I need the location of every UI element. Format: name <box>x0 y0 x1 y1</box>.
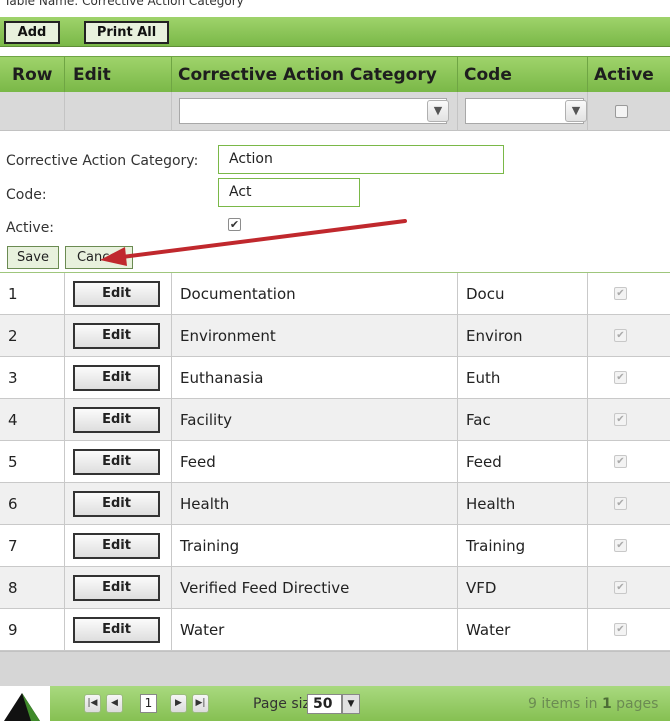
category-cell: Facility <box>172 399 458 441</box>
chevron-down-icon[interactable]: ▼ <box>342 694 360 714</box>
code-cell: Training <box>458 525 588 567</box>
col-header-edit[interactable]: Edit <box>65 57 172 93</box>
table-row: 9 Edit Water Water ✔ <box>0 609 670 651</box>
col-header-row[interactable]: Row <box>0 57 65 93</box>
save-button[interactable]: Save <box>7 246 59 269</box>
filter-cell-row <box>0 92 65 131</box>
edit-button[interactable]: Edit <box>73 407 160 433</box>
active-checkbox[interactable]: ✔ <box>614 329 627 342</box>
code-filter-icon[interactable]: ▼ <box>565 100 587 122</box>
table-row: 3 Edit Euthanasia Euth ✔ <box>0 357 670 399</box>
code-cell: VFD <box>458 567 588 609</box>
row-number: 3 <box>0 357 65 399</box>
active-field-label: Active: <box>6 220 55 236</box>
category-cell: Documentation <box>172 273 458 315</box>
category-field-label: Corrective Action Category: <box>6 153 199 169</box>
row-number: 9 <box>0 609 65 651</box>
category-cell: Environment <box>172 315 458 357</box>
prev-page-icon[interactable]: ◀ <box>106 694 123 713</box>
edit-button[interactable]: Edit <box>73 617 160 643</box>
code-cell: Feed <box>458 441 588 483</box>
table-row: 8 Edit Verified Feed Directive VFD ✔ <box>0 567 670 609</box>
category-cell: Training <box>172 525 458 567</box>
category-cell: Water <box>172 609 458 651</box>
current-page-input[interactable]: 1 <box>140 694 157 713</box>
logo <box>0 686 50 721</box>
table-row: 1 Edit Documentation Docu ✔ <box>0 273 670 315</box>
active-checkbox[interactable]: ✔ <box>614 497 627 510</box>
edit-button[interactable]: Edit <box>73 575 160 601</box>
grid-footer-band <box>0 651 670 686</box>
category-cell: Euthanasia <box>172 357 458 399</box>
active-checkbox[interactable]: ✔ <box>614 455 627 468</box>
cancel-button[interactable]: Cancel <box>65 246 133 269</box>
category-cell: Feed <box>172 441 458 483</box>
active-field-checkbox[interactable]: ✔ <box>228 218 241 231</box>
code-cell: Docu <box>458 273 588 315</box>
edit-button[interactable]: Edit <box>73 323 160 349</box>
edit-button[interactable]: Edit <box>73 281 160 307</box>
row-number: 5 <box>0 441 65 483</box>
add-button[interactable]: Add <box>4 21 60 44</box>
row-number: 6 <box>0 483 65 525</box>
col-header-active[interactable]: Active <box>588 57 670 93</box>
table-caption: Table Name: Corrective Action Category <box>4 0 244 8</box>
active-checkbox[interactable]: ✔ <box>614 287 627 300</box>
filter-row: ▼ ▼ <box>0 92 670 131</box>
edit-button[interactable]: Edit <box>73 365 160 391</box>
table-row: 6 Edit Health Health ✔ <box>0 483 670 525</box>
grid-body: 1 Edit Documentation Docu ✔ 2 Edit Environment E… <box>0 273 670 651</box>
code-cell: Environ <box>458 315 588 357</box>
col-header-category[interactable]: Corrective Action Category <box>172 57 458 93</box>
code-cell: Fac <box>458 399 588 441</box>
last-page-icon[interactable]: ▶| <box>192 694 209 713</box>
table-row: 4 Edit Facility Fac ✔ <box>0 399 670 441</box>
toolbar: Add Print All <box>0 17 670 47</box>
category-field[interactable]: Action <box>218 145 504 174</box>
row-number: 4 <box>0 399 65 441</box>
next-page-icon[interactable]: ▶ <box>170 694 187 713</box>
code-field[interactable]: Act <box>218 178 360 207</box>
table-row: 7 Edit Training Training ✔ <box>0 525 670 567</box>
category-cell: Verified Feed Directive <box>172 567 458 609</box>
active-checkbox[interactable]: ✔ <box>614 623 627 636</box>
print-all-button[interactable]: Print All <box>84 21 169 44</box>
active-checkbox[interactable]: ✔ <box>614 371 627 384</box>
active-checkbox[interactable]: ✔ <box>614 539 627 552</box>
logo-icon <box>4 693 40 721</box>
col-header-code[interactable]: Code <box>458 57 588 93</box>
pager: |◀ ◀ 1 ▶ ▶| Page size: 50 ▼ 9 items in 1… <box>0 686 670 721</box>
row-number: 2 <box>0 315 65 357</box>
code-field-label: Code: <box>6 187 47 203</box>
filter-cell-edit <box>65 92 172 131</box>
table-row: 5 Edit Feed Feed ✔ <box>0 441 670 483</box>
edit-button[interactable]: Edit <box>73 491 160 517</box>
category-filter-input[interactable] <box>179 98 447 124</box>
active-checkbox[interactable]: ✔ <box>614 413 627 426</box>
active-checkbox[interactable]: ✔ <box>614 581 627 594</box>
row-number: 8 <box>0 567 65 609</box>
category-cell: Health <box>172 483 458 525</box>
page-size-select[interactable]: 50 <box>307 694 342 714</box>
grid-header: Row Edit Corrective Action Category Code… <box>0 56 670 93</box>
category-filter-icon[interactable]: ▼ <box>427 100 449 122</box>
row-number: 7 <box>0 525 65 567</box>
code-cell: Euth <box>458 357 588 399</box>
row-number: 1 <box>0 273 65 315</box>
code-cell: Health <box>458 483 588 525</box>
table-row: 2 Edit Environment Environ ✔ <box>0 315 670 357</box>
active-filter-checkbox[interactable] <box>615 105 628 118</box>
items-info: 9 items in 1 pages <box>528 696 659 712</box>
code-cell: Water <box>458 609 588 651</box>
edit-button[interactable]: Edit <box>73 533 160 559</box>
edit-button[interactable]: Edit <box>73 449 160 475</box>
first-page-icon[interactable]: |◀ <box>84 694 101 713</box>
